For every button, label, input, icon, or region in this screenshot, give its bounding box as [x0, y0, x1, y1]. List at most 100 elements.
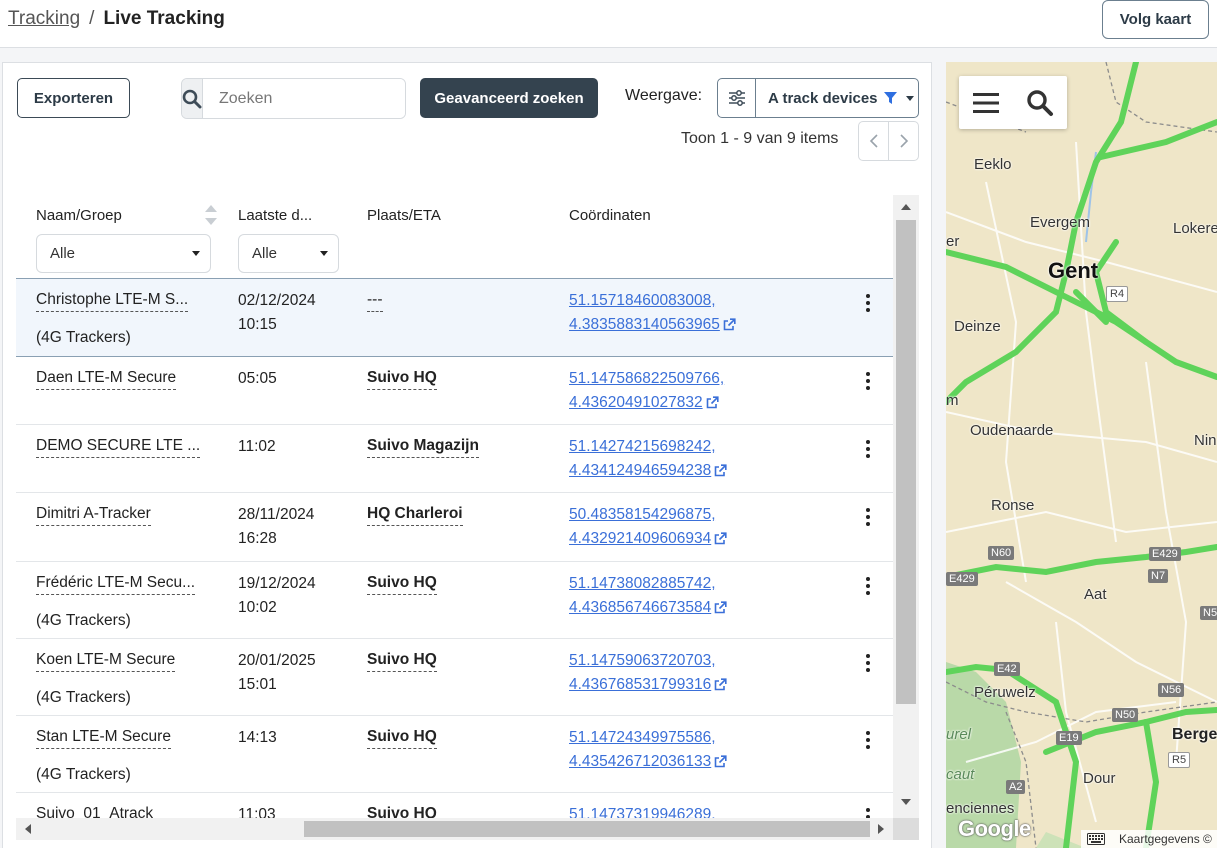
device-name-cell: Stan LTE-M Secure (4G Trackers)	[36, 726, 201, 785]
vertical-scroll-thumb[interactable]	[896, 220, 916, 704]
last-data-date: 28/11/2024	[238, 506, 315, 523]
road-badge-n7: N7	[1148, 569, 1169, 583]
sliders-icon[interactable]	[718, 79, 756, 117]
map-label-lokeren: Lokere	[1173, 220, 1217, 237]
chevron-down-icon	[192, 251, 200, 256]
coordinates-link[interactable]: 51.14274215698242, 4.434124946594238	[569, 435, 727, 483]
map-attribution-text[interactable]: Kaartgegevens ©	[1119, 832, 1212, 846]
map-label-gent: Gent	[1048, 258, 1099, 283]
coordinates-lon: 4.432921409606934	[569, 530, 712, 547]
horizontal-scrollbar[interactable]	[16, 818, 893, 840]
view-dropdown[interactable]: A track devices	[756, 79, 918, 117]
coordinates-lat: 50.48358154296875,	[569, 506, 716, 523]
search-icon[interactable]	[182, 79, 203, 118]
last-data-time: 10:15	[238, 316, 277, 333]
coordinates-lat: 51.14724349975586,	[569, 729, 716, 746]
live-map[interactable]: Eeklo Evergem Lokere er Gent R4 Deinze m…	[946, 62, 1217, 848]
scroll-down-arrow-icon[interactable]	[901, 799, 911, 805]
filter-icon	[883, 91, 897, 104]
map-label-oudenaarde: Oudenaarde	[970, 422, 1054, 439]
export-button[interactable]: Exporteren	[17, 78, 130, 118]
table-row[interactable]: Frédéric LTE-M Secu... (4G Trackers) 19/…	[16, 562, 893, 639]
coordinates-link[interactable]: 51.147586822509766, 4.43620491027832	[569, 367, 724, 415]
more-options-icon[interactable]	[862, 439, 874, 459]
external-link-icon	[714, 755, 727, 768]
external-link-icon	[714, 678, 727, 691]
last-data-cell: 02/12/2024 10:15	[238, 289, 348, 337]
coordinates-link[interactable]: 51.14724349975586, 4.435426712036133	[569, 726, 727, 774]
coordinates-lat: 51.15718460083008,	[569, 292, 716, 309]
chevron-down-icon	[905, 95, 914, 101]
coordinates-link[interactable]: 51.15718460083008, 4.3835883140563965	[569, 289, 736, 337]
column-header-name[interactable]: Naam/Groep	[36, 207, 122, 224]
external-link-icon	[714, 601, 727, 614]
coordinates-link[interactable]: 51.14738082885742, 4.436856746673584	[569, 572, 727, 620]
name-filter-dropdown[interactable]: Alle	[36, 234, 211, 273]
road-badge-e42: E42	[994, 662, 1020, 676]
table-row[interactable]: Christophe LTE-M S... (4G Trackers) 02/1…	[16, 279, 893, 357]
devices-panel: Exporteren Geavanceerd zoeken Weergave: …	[2, 62, 932, 848]
device-name[interactable]: Christophe LTE-M S...	[36, 289, 189, 312]
place-cell: Suivo Magazijn	[367, 435, 479, 458]
coordinates-link[interactable]: 50.48358154296875, 4.432921409606934	[569, 503, 727, 551]
device-name[interactable]: Koen LTE-M Secure	[36, 649, 176, 672]
keyboard-icon[interactable]	[1087, 833, 1105, 845]
last-data-cell: 05:05	[238, 367, 348, 391]
hamburger-menu-icon[interactable]	[972, 92, 999, 114]
road-badge-n56: N56	[1158, 683, 1185, 697]
vertical-scrollbar[interactable]	[893, 195, 919, 818]
chevron-down-icon	[320, 251, 328, 256]
table-row[interactable]: Dimitri A-Tracker 28/11/2024 16:28 HQ Ch…	[16, 493, 893, 562]
column-header-last-data[interactable]: Laatste d...	[238, 207, 312, 224]
last-data-date: 11:02	[238, 438, 276, 455]
name-filter-value: Alle	[50, 245, 76, 262]
map-label-ninove: Nin	[1194, 432, 1217, 449]
last-data-filter-value: Alle	[252, 245, 278, 262]
table-row[interactable]: Koen LTE-M Secure (4G Trackers) 20/01/20…	[16, 639, 893, 716]
coordinates-link[interactable]: 51.14759063720703, 4.436768531799316	[569, 649, 727, 697]
device-name[interactable]: Dimitri A-Tracker	[36, 503, 151, 526]
follow-map-button[interactable]: Volg kaart	[1102, 0, 1209, 39]
map-label-aat: Aat	[1084, 586, 1107, 603]
table-header: Naam/Groep Laatste d... Plaats/ETA Coörd…	[16, 195, 893, 279]
external-link-icon	[706, 396, 719, 409]
column-header-coords[interactable]: Coördinaten	[569, 207, 651, 224]
map-search-icon[interactable]	[1026, 89, 1054, 117]
more-options-icon[interactable]	[862, 507, 874, 527]
more-options-icon[interactable]	[862, 371, 874, 391]
last-data-filter-dropdown[interactable]: Alle	[238, 234, 339, 273]
column-header-place[interactable]: Plaats/ETA	[367, 207, 441, 224]
advanced-search-button[interactable]: Geavanceerd zoeken	[420, 78, 598, 118]
device-name[interactable]: Daen LTE-M Secure	[36, 367, 177, 390]
more-options-icon[interactable]	[862, 293, 874, 313]
search-input[interactable]	[203, 79, 405, 118]
road-badge-n60: N60	[988, 546, 1015, 560]
more-options-icon[interactable]	[862, 576, 874, 596]
table-row[interactable]: Daen LTE-M Secure 05:05 Suivo HQ 51.1475…	[16, 357, 893, 425]
more-options-icon[interactable]	[862, 653, 874, 673]
last-data-cell: 14:13	[238, 726, 348, 750]
device-name[interactable]: Frédéric LTE-M Secu...	[36, 572, 196, 595]
road-badge-n50: N50	[1112, 708, 1139, 722]
device-name-cell: DEMO SECURE LTE ...	[36, 435, 201, 466]
map-label-west-2: m	[946, 392, 959, 409]
pager-next-button[interactable]	[888, 121, 919, 161]
device-name[interactable]: DEMO SECURE LTE ...	[36, 435, 201, 458]
external-link-icon	[714, 532, 727, 545]
device-name[interactable]: Stan LTE-M Secure	[36, 726, 171, 749]
device-group: (4G Trackers)	[36, 766, 131, 783]
scroll-right-arrow-icon[interactable]	[878, 824, 884, 834]
road-badge-e19: E19	[1056, 731, 1082, 745]
last-data-time: 15:01	[238, 676, 277, 693]
map-label-west-1: er	[946, 233, 960, 250]
table-row[interactable]: DEMO SECURE LTE ... 11:02 Suivo Magazijn…	[16, 425, 893, 493]
table-row[interactable]: Stan LTE-M Secure (4G Trackers) 14:13 Su…	[16, 716, 893, 793]
horizontal-scroll-thumb[interactable]	[304, 821, 870, 837]
more-options-icon[interactable]	[862, 730, 874, 750]
map-label-park-1: urel	[946, 726, 972, 743]
scroll-left-arrow-icon[interactable]	[25, 824, 31, 834]
sort-icon[interactable]	[204, 203, 218, 227]
pager-prev-button[interactable]	[858, 121, 889, 161]
scroll-up-arrow-icon[interactable]	[901, 204, 911, 210]
breadcrumb-link-tracking[interactable]: Tracking	[8, 8, 80, 30]
